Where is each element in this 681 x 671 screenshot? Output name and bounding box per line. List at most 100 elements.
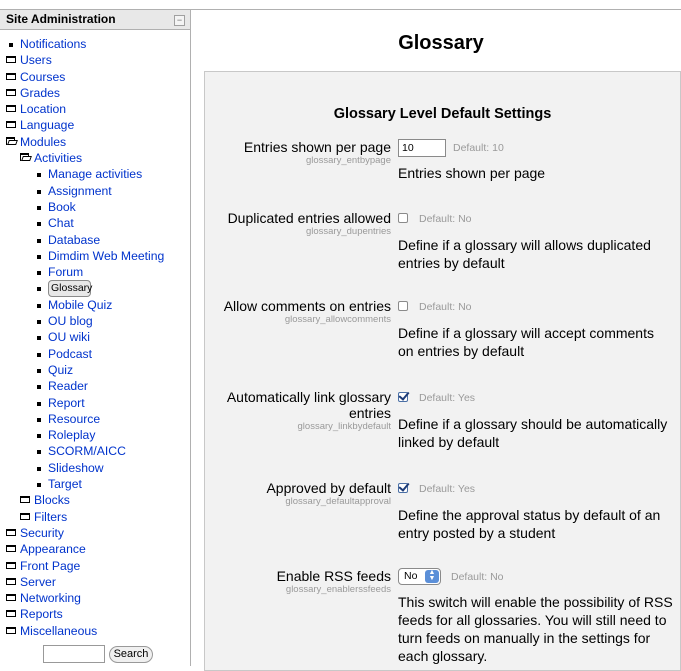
bullet-icon: [37, 385, 41, 390]
bullet-icon: [37, 401, 41, 406]
sidebar-item-reader[interactable]: Reader: [0, 378, 190, 394]
folder-icon: [6, 121, 16, 129]
bullet-icon: [37, 205, 41, 210]
settings-heading: Glossary Level Default Settings: [333, 106, 552, 122]
sidebar-item-networking[interactable]: Networking: [0, 590, 190, 606]
sidebar-item-courses[interactable]: Courses: [0, 69, 190, 85]
sidebar-item-grades[interactable]: Grades: [0, 85, 190, 101]
sidebar-item-activities[interactable]: Activities: [0, 150, 190, 166]
sidebar-item-slideshow[interactable]: Slideshow: [0, 460, 190, 476]
setting-label: Approved by default: [266, 480, 391, 496]
setting-label: Allow comments on entries: [223, 298, 391, 314]
sidebar-item-ou-blog[interactable]: OU blog: [0, 313, 190, 329]
setting-description: Define if a glossary will accept comment…: [398, 325, 654, 359]
sidebar-item-roleplay[interactable]: Roleplay: [0, 427, 190, 443]
setting-dupentries: Duplicated entries allowed glossary_dupe…: [205, 210, 680, 271]
folder-icon: [6, 610, 16, 618]
auto-link-checkbox[interactable]: [398, 392, 408, 402]
sidebar-item-label: Chat: [48, 216, 74, 231]
entries-per-page-input[interactable]: 10: [398, 139, 446, 157]
bullet-icon: [37, 483, 41, 488]
folder-icon: [6, 561, 16, 569]
sidebar-item-location[interactable]: Location: [0, 101, 190, 117]
sidebar-item-label: Server: [20, 574, 56, 589]
folder-icon: [6, 545, 16, 553]
sidebar-item-label: Modules: [20, 134, 67, 149]
block-header: Site Administration −: [0, 10, 190, 30]
sidebar-item-mobile-quiz[interactable]: Mobile Quiz: [0, 297, 190, 313]
bullet-icon: [37, 238, 41, 243]
sidebar-item-chat[interactable]: Chat: [0, 215, 190, 231]
sidebar-item-label: Courses: [20, 69, 66, 84]
bullet-icon: [37, 434, 41, 439]
sidebar-item-label: Filters: [34, 509, 68, 524]
sidebar-item-miscellaneous[interactable]: Miscellaneous: [0, 623, 190, 639]
setting-label: Entries shown per page: [243, 139, 391, 155]
rss-feeds-select[interactable]: No ▲ ▼: [398, 568, 441, 585]
folder-open-icon: [6, 136, 18, 146]
sidebar-item-dimdim-web-meeting[interactable]: Dimdim Web Meeting: [0, 248, 190, 264]
bullet-icon: [37, 352, 41, 357]
sidebar-item-quiz[interactable]: Quiz: [0, 362, 190, 378]
sidebar-item-database[interactable]: Database: [0, 232, 190, 248]
sidebar-item-label: Language: [20, 118, 75, 133]
sidebar-item-language[interactable]: Language: [0, 117, 190, 133]
page-title: Glossary: [398, 32, 484, 54]
bullet-icon: [37, 287, 41, 292]
sidebar-item-manage-activities[interactable]: Manage activities: [0, 166, 190, 182]
setting-name: glossary_allowcomments: [284, 314, 391, 325]
setting-description: Define the approval status by default of…: [398, 507, 661, 541]
setting-enablerssfeeds: Enable RSS feeds glossary_enablerssfeeds…: [205, 568, 680, 664]
sidebar-item-assignment[interactable]: Assignment: [0, 183, 190, 199]
sidebar-item-front-page[interactable]: Front Page: [0, 558, 190, 574]
bullet-icon: [9, 43, 13, 47]
sidebar-item-label: Miscellaneous: [20, 623, 98, 638]
sidebar-item-book[interactable]: Book: [0, 199, 190, 215]
sidebar-item-label: Activities: [34, 151, 83, 166]
sidebar-item-label: Database: [48, 232, 101, 247]
sidebar-item-podcast[interactable]: Podcast: [0, 346, 190, 362]
sidebar-item-glossary[interactable]: Glossary: [0, 280, 190, 298]
sidebar-item-notifications[interactable]: Notifications: [0, 36, 190, 52]
allow-comments-checkbox[interactable]: [398, 301, 408, 311]
sidebar-item-label: Dimdim Web Meeting: [48, 248, 165, 263]
setting-default: Default: 10: [453, 142, 504, 154]
sidebar-item-label: Front Page: [20, 558, 81, 573]
setting-description: This switch will enable the possibility …: [398, 594, 673, 664]
sidebar-item-scorm-aicc[interactable]: SCORM/AICC: [0, 443, 190, 459]
sidebar-item-filters[interactable]: Filters: [0, 509, 190, 525]
sidebar-item-reports[interactable]: Reports: [0, 606, 190, 622]
sidebar-item-blocks[interactable]: Blocks: [0, 492, 190, 508]
setting-name: glossary_entbypage: [305, 155, 391, 166]
admin-search-input[interactable]: [43, 645, 105, 663]
approved-by-default-checkbox[interactable]: [398, 483, 408, 493]
bullet-icon: [37, 173, 41, 178]
folder-open-icon: [20, 153, 32, 162]
setting-description: Define if a glossary will allows duplica…: [398, 237, 651, 271]
collapse-icon[interactable]: −: [174, 15, 185, 26]
setting-allowcomments: Allow comments on entries glossary_allow…: [205, 298, 680, 359]
sidebar-item-label: Users: [20, 53, 52, 68]
sidebar-item-users[interactable]: Users: [0, 52, 190, 68]
sidebar-item-label: Security: [20, 525, 65, 540]
bullet-icon: [37, 222, 41, 227]
sidebar-item-server[interactable]: Server: [0, 574, 190, 590]
bullet-icon: [37, 271, 41, 276]
sidebar-item-security[interactable]: Security: [0, 525, 190, 541]
sidebar-item-appearance[interactable]: Appearance: [0, 541, 190, 557]
search-button[interactable]: Search: [109, 646, 153, 663]
folder-icon: [6, 528, 16, 536]
setting-label: Automatically link glossary entries: [226, 389, 391, 421]
duplicated-entries-checkbox[interactable]: [398, 213, 408, 223]
sidebar-item-label: Grades: [20, 85, 60, 100]
sidebar-item-forum[interactable]: Forum: [0, 264, 190, 280]
sidebar-item-ou-wiki[interactable]: OU wiki: [0, 329, 190, 345]
sidebar-item-resource[interactable]: Resource: [0, 411, 190, 427]
sidebar-item-target[interactable]: Target: [0, 476, 190, 492]
sidebar-item-report[interactable]: Report: [0, 395, 190, 411]
sidebar-item-modules[interactable]: Modules: [0, 134, 190, 150]
setting-default: Default: Yes: [419, 392, 476, 404]
setting-default: Default: No: [451, 571, 504, 583]
setting-name: glossary_enablerssfeeds: [285, 584, 391, 595]
setting-linkbydefault: Automatically link glossary entries glos…: [205, 389, 680, 450]
